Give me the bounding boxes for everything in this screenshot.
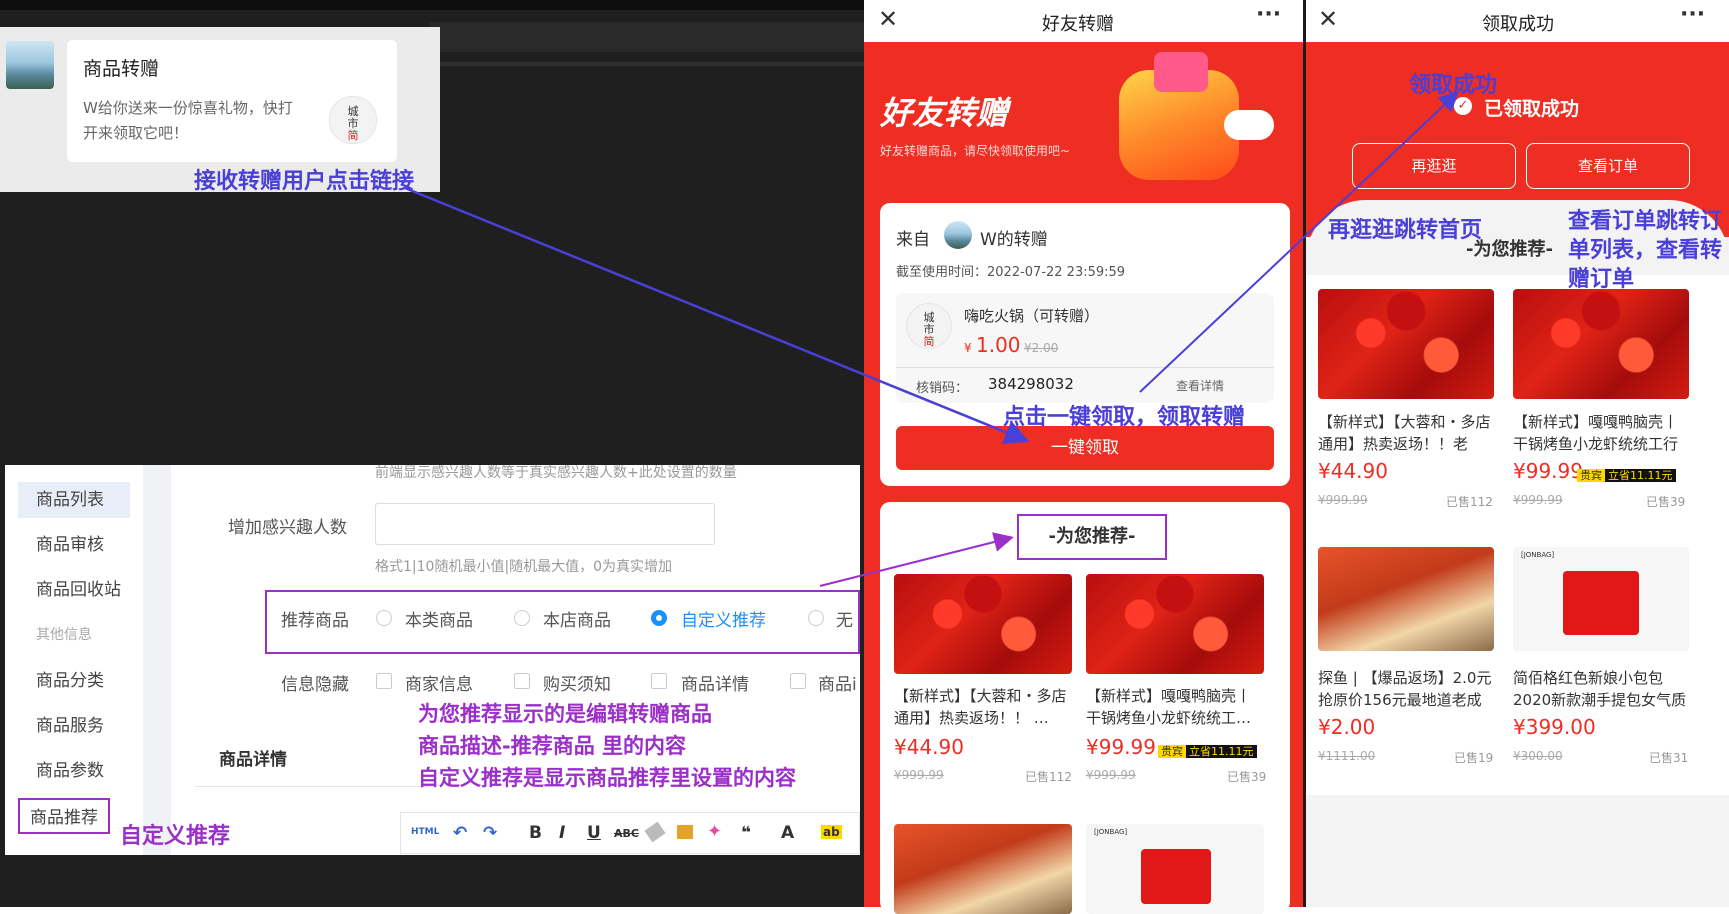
arrow-to-recommend bbox=[819, 532, 1014, 587]
annotation-arrows bbox=[404, 91, 1459, 587]
arrow-to-claim bbox=[404, 186, 1030, 445]
arrow-to-success bbox=[1139, 91, 1459, 393]
